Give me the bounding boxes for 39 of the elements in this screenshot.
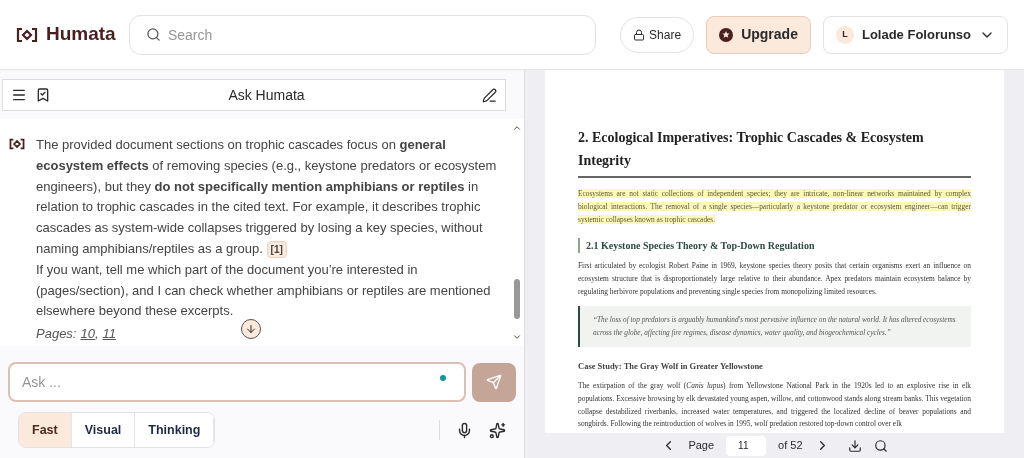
page-link[interactable]: 11 <box>102 324 117 345</box>
pages-label: Pages: <box>36 325 77 344</box>
app-logo-text: Humata <box>46 22 116 47</box>
page-number-field[interactable]: 11 <box>726 435 767 456</box>
case-study-title: Case Study: The Gray Wolf in Greater Yellowstone <box>578 360 764 374</box>
page-separator: , <box>94 325 99 344</box>
answer-paragraph: The provided document sections on trophic cascades focus on general ecosystem effects of removing species (e.g., keystone predators or ecosystem engineers), but they do not specifically mention amphibians or reptiles in relation to trophic cascades in the cited text. For example, it describes trophic cascades as system-wide collapses triggered by losing a key species, without naming amphibians/reptiles as a group. [1] <box>36 136 498 260</box>
page-total: of 52 <box>778 438 803 454</box>
citation-badge[interactable]: [1] <box>266 241 287 258</box>
new-chat-icon[interactable] <box>482 87 497 103</box>
search-field[interactable]: Search <box>128 14 597 55</box>
lock-icon <box>633 28 646 41</box>
arrow-down-icon <box>245 323 257 335</box>
scroll-up-icon[interactable] <box>512 123 522 133</box>
scrollbar-thumb[interactable] <box>514 279 520 319</box>
menu-icon[interactable] <box>11 87 27 103</box>
page-link[interactable]: 10 <box>80 324 95 345</box>
assistant-logo-icon <box>9 138 25 150</box>
sparkles-icon[interactable] <box>489 421 506 439</box>
search-icon <box>145 26 161 42</box>
microphone-icon[interactable] <box>456 421 473 439</box>
download-icon[interactable] <box>847 438 862 453</box>
send-icon <box>486 374 502 390</box>
user-avatar: L <box>835 25 854 44</box>
bookmark-icon[interactable] <box>35 87 51 103</box>
ask-input[interactable]: Ask ... <box>8 362 466 402</box>
scroll-down-icon[interactable] <box>512 332 522 342</box>
page-label: Page <box>688 438 715 454</box>
scroll-down-button[interactable] <box>241 319 261 339</box>
logo-icon <box>16 26 38 43</box>
star-badge-icon <box>719 27 734 42</box>
upgrade-button[interactable]: Upgrade <box>706 15 811 54</box>
user-menu-button[interactable]: L Lolade Folorunso <box>822 15 1008 54</box>
chat-title: Ask Humata <box>227 85 306 105</box>
document-heading: 2. Ecological Imperatives: Trophic Cascades & Ecosystem Integrity <box>578 126 971 178</box>
document-subheading: 2.1 Keystone Species Theory & Top-Down Regulation <box>578 238 971 253</box>
mode-tab[interactable]: Fast <box>19 413 72 447</box>
answer-paragraph: If you want, tell me which part of the document you’re interested in (pages/section), and I can check whether amphibians or reptiles are mentioned elsewhere beyond these excerpts. <box>36 260 492 321</box>
search-icon[interactable] <box>873 438 888 453</box>
